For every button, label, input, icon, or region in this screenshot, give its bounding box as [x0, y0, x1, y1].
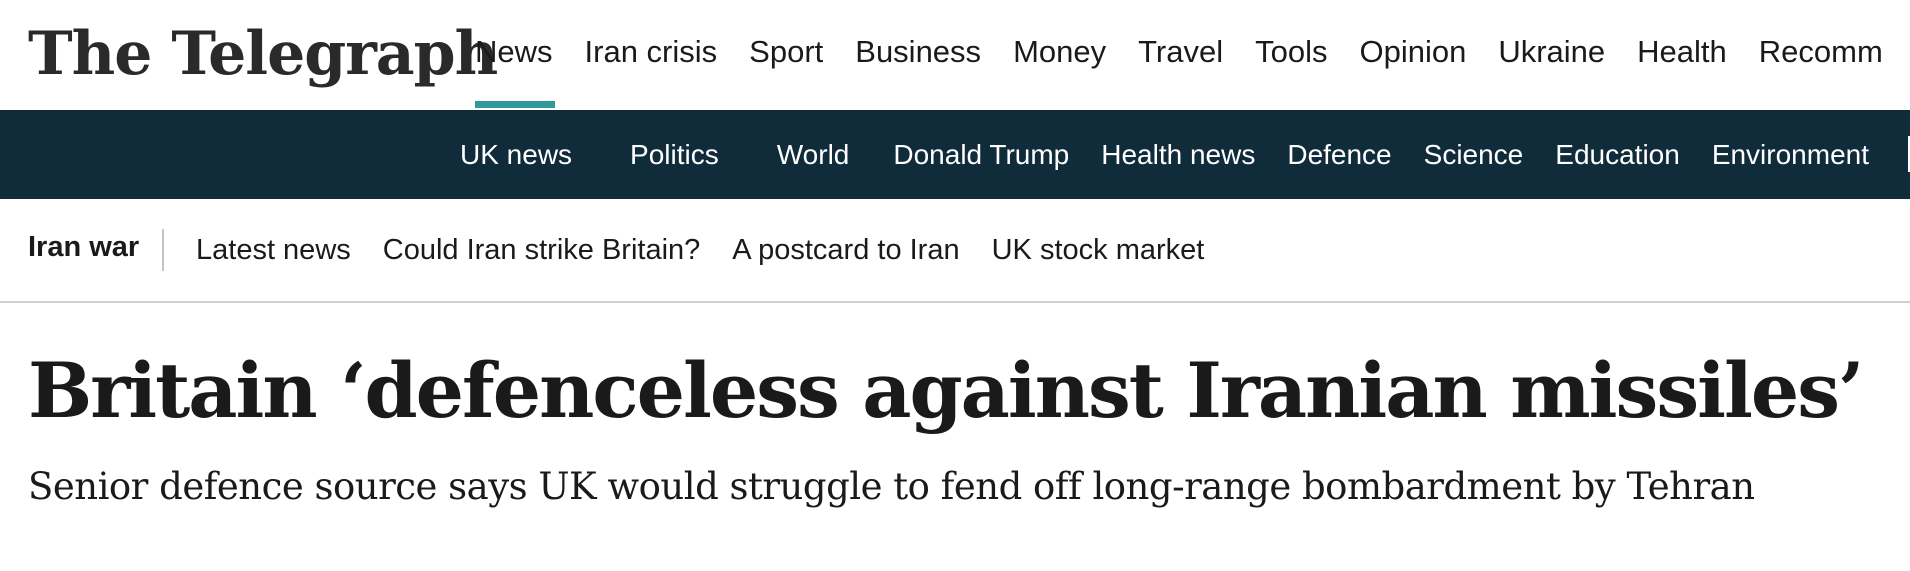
subnav-item-politics[interactable]: Politics: [600, 139, 747, 171]
topic-label[interactable]: Iran war: [28, 231, 139, 264]
topic-link-uk-stock-market[interactable]: UK stock market: [976, 234, 1221, 267]
nav-item-iran-crisis[interactable]: Iran crisis: [569, 0, 734, 106]
topic-links: Latest news Could Iran strike Britain? A…: [180, 199, 1220, 301]
nav-item-money[interactable]: Money: [997, 0, 1122, 106]
nav-item-ukraine[interactable]: Ukraine: [1482, 0, 1621, 106]
nav-item-news[interactable]: News: [460, 0, 569, 108]
telegraph-logo[interactable]: The Telegraph: [28, 14, 498, 94]
subnav-item-world[interactable]: World: [747, 139, 878, 171]
topic-link-postcard-to-iran[interactable]: A postcard to Iran: [716, 234, 975, 267]
subnav-item-environment[interactable]: Environment: [1696, 139, 1885, 171]
subnav-item-science[interactable]: Science: [1408, 139, 1540, 171]
nav-item-travel[interactable]: Travel: [1122, 0, 1239, 106]
topic-link-could-iran-strike-britain[interactable]: Could Iran strike Britain?: [367, 234, 717, 267]
section-subnav: UK news Politics World Donald Trump Heal…: [0, 110, 1910, 199]
article-standfirst: Senior defence source says UK would stru…: [28, 465, 1755, 508]
subnav-item-defence[interactable]: Defence: [1271, 139, 1407, 171]
subnav-item-education[interactable]: Education: [1539, 139, 1696, 171]
nav-item-health[interactable]: Health: [1621, 0, 1743, 106]
nav-item-sport[interactable]: Sport: [733, 0, 839, 106]
subnav-item-health-news[interactable]: Health news: [1085, 139, 1271, 171]
subnav-item-uk-news[interactable]: UK news: [430, 139, 600, 171]
subnav-item-donald-trump[interactable]: Donald Trump: [877, 139, 1085, 171]
nav-item-opinion[interactable]: Opinion: [1343, 0, 1482, 106]
primary-nav: News Iran crisis Sport Business Money Tr…: [460, 0, 1899, 110]
topic-divider: [162, 229, 164, 271]
nav-item-recommended[interactable]: Recomm: [1743, 0, 1899, 106]
subnav-list: UK news Politics World Donald Trump Heal…: [430, 110, 1885, 199]
masthead: The Telegraph News Iran crisis Sport Bus…: [0, 0, 1910, 110]
article-headline: Britain ‘defenceless against Iranian mis…: [28, 346, 1864, 435]
topic-link-latest-news[interactable]: Latest news: [180, 234, 367, 267]
topic-strip: Iran war Latest news Could Iran strike B…: [0, 199, 1910, 303]
nav-item-tools[interactable]: Tools: [1239, 0, 1343, 106]
nav-item-business[interactable]: Business: [839, 0, 997, 106]
